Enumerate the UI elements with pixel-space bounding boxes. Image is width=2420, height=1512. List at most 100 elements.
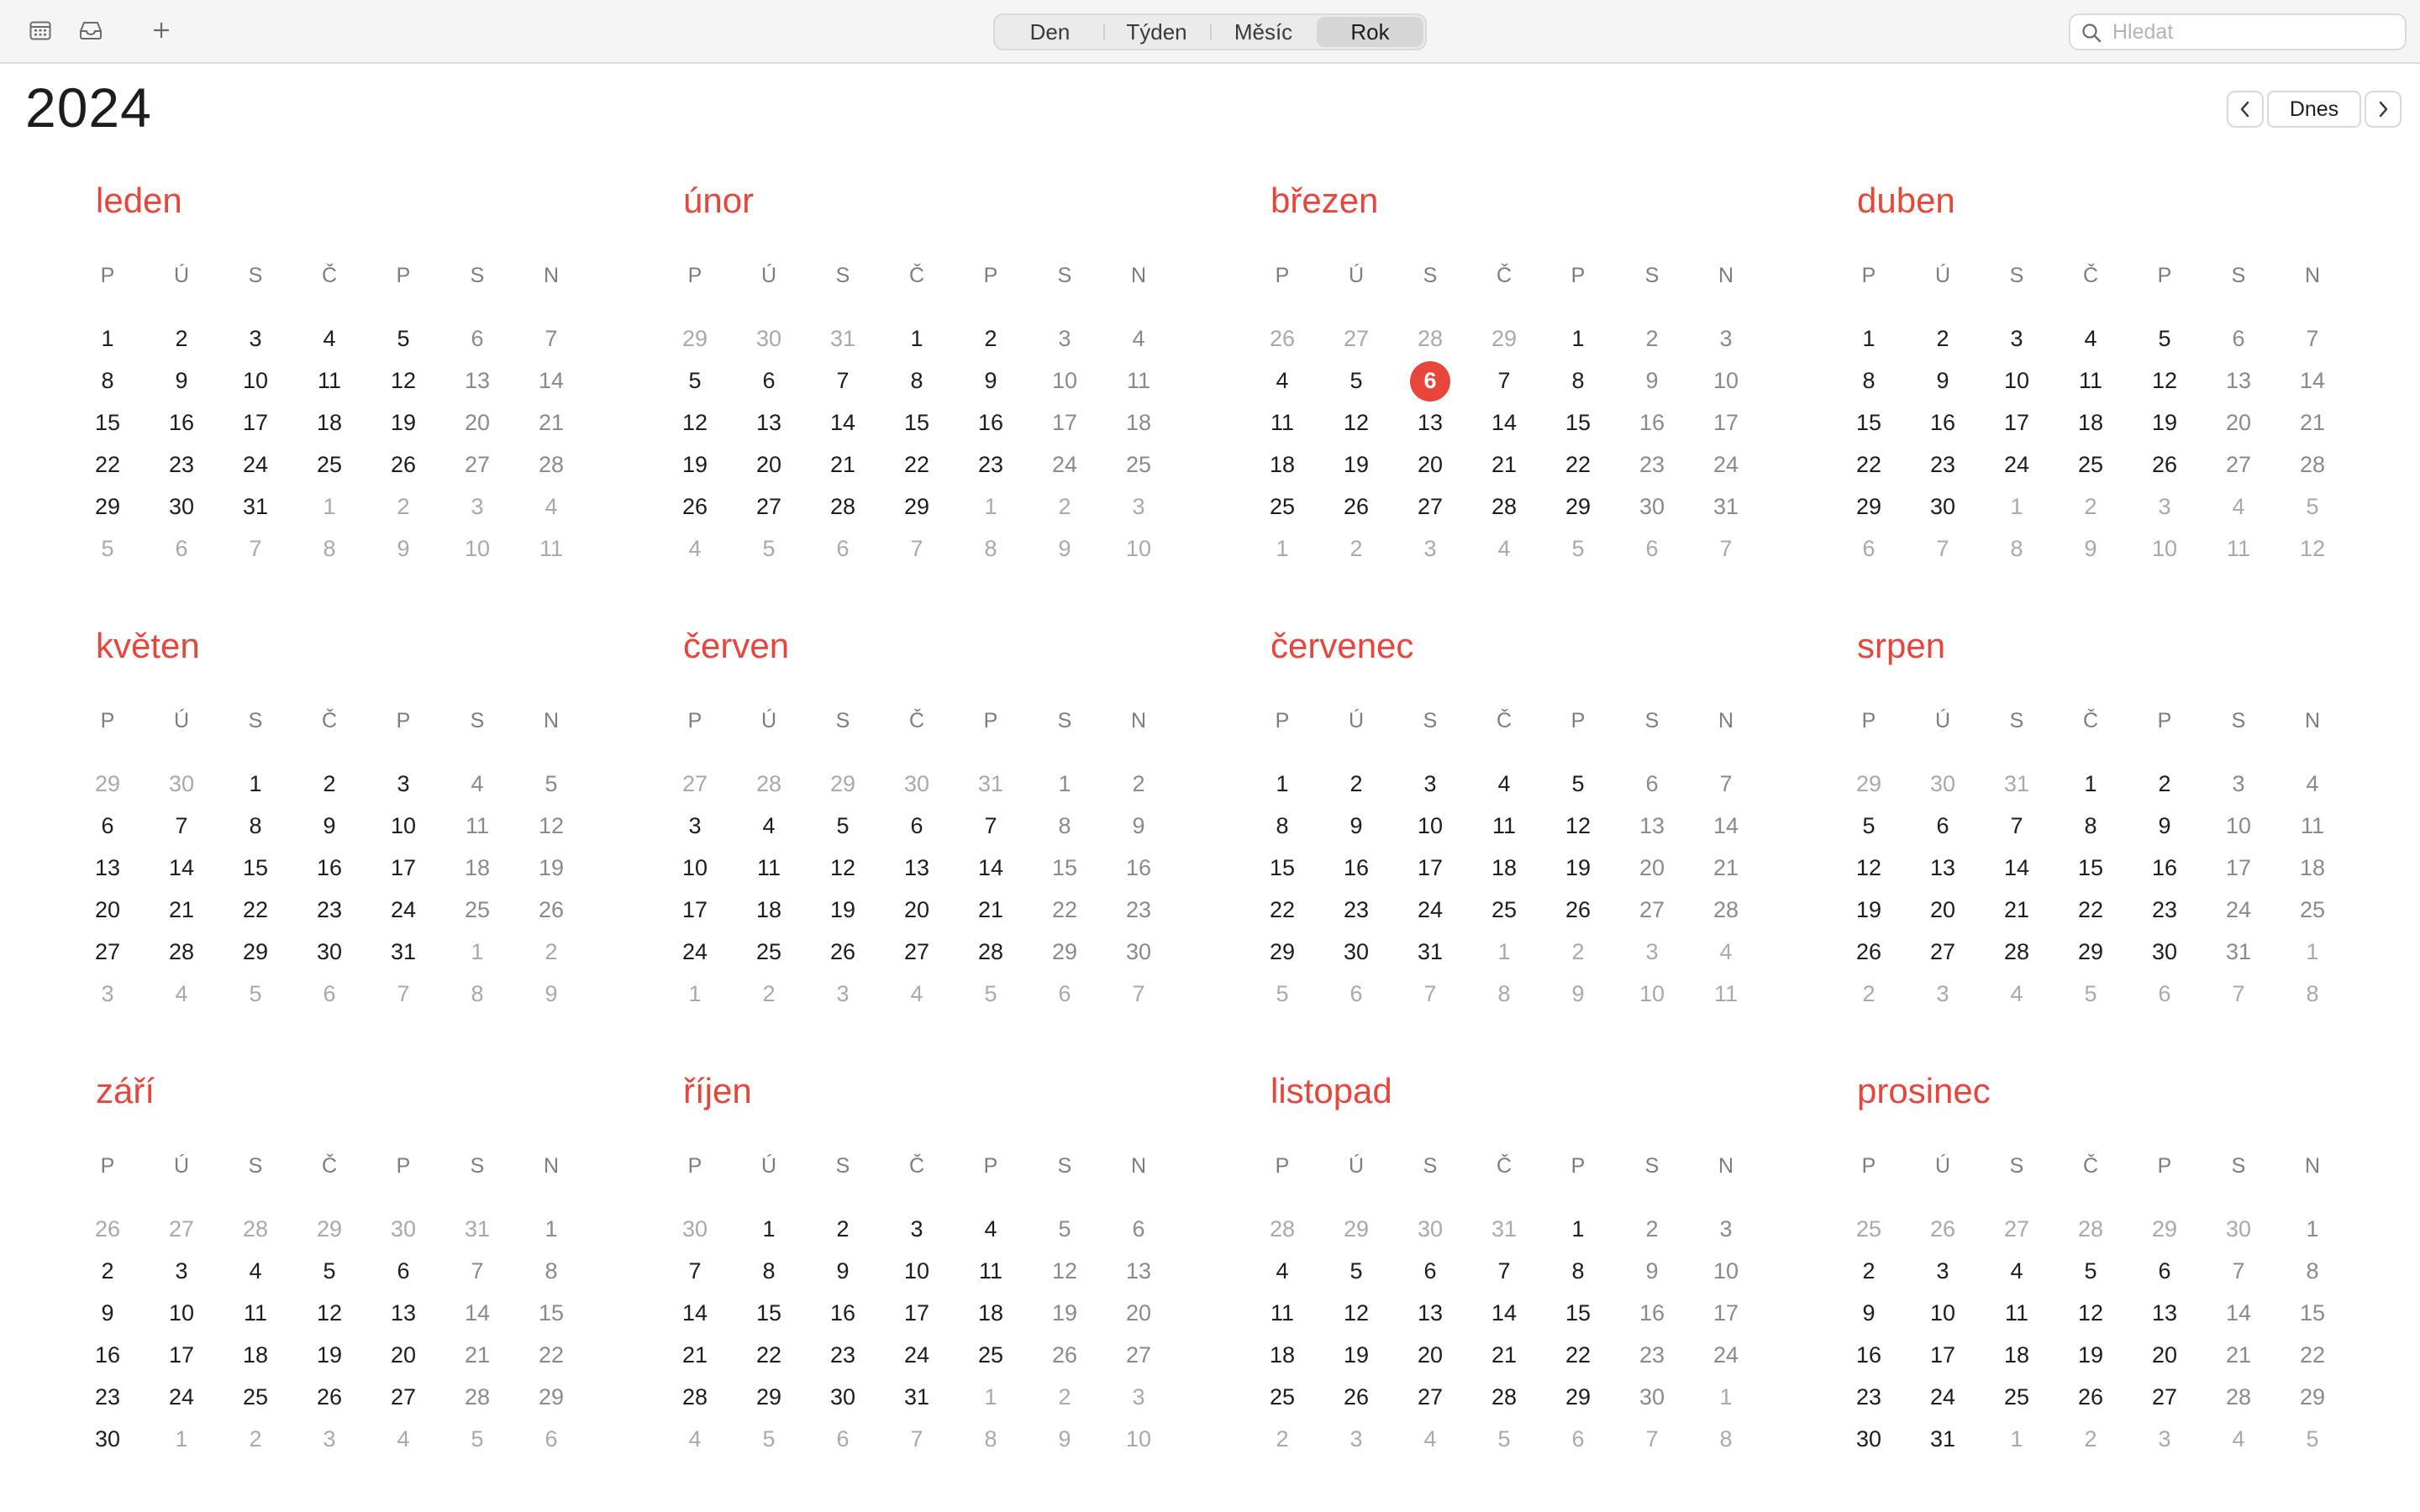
day-cell[interactable]: 17 bbox=[670, 899, 720, 921]
day-cell[interactable]: 18 bbox=[1113, 412, 1164, 434]
day-cell[interactable]: 13 bbox=[2213, 370, 2264, 392]
day-cell[interactable]: 29 bbox=[1844, 496, 1894, 518]
adjacent-month-day[interactable]: 8 bbox=[2287, 983, 2338, 1005]
day-cell[interactable]: 19 bbox=[1331, 1344, 1381, 1367]
day-cell[interactable]: 14 bbox=[1701, 815, 1751, 837]
day-cell[interactable]: 8 bbox=[230, 815, 281, 837]
day-cell[interactable]: 27 bbox=[1405, 496, 1455, 518]
adjacent-month-day[interactable]: 5 bbox=[1553, 538, 1603, 560]
day-cell[interactable]: 25 bbox=[1991, 1386, 2042, 1409]
day-cell[interactable]: 8 bbox=[1039, 815, 1090, 837]
adjacent-month-day[interactable]: 29 bbox=[818, 773, 868, 795]
adjacent-month-day[interactable]: 5 bbox=[744, 538, 794, 560]
adjacent-month-day[interactable]: 1 bbox=[1701, 1386, 1751, 1409]
day-cell[interactable]: 11 bbox=[965, 1260, 1016, 1283]
day-cell[interactable]: 10 bbox=[1405, 815, 1455, 837]
day-cell[interactable]: 29 bbox=[526, 1386, 576, 1409]
day-cell[interactable]: 31 bbox=[1701, 496, 1751, 518]
day-cell[interactable]: 7 bbox=[156, 815, 207, 837]
day-cell[interactable]: 16 bbox=[1113, 857, 1164, 879]
adjacent-month-day[interactable]: 9 bbox=[2065, 538, 2116, 560]
day-cell[interactable]: 13 bbox=[744, 412, 794, 434]
day-cell[interactable]: 15 bbox=[744, 1302, 794, 1325]
adjacent-month-day[interactable]: 2 bbox=[1257, 1428, 1307, 1451]
day-cell[interactable]: 11 bbox=[1257, 412, 1307, 434]
adjacent-month-day[interactable]: 6 bbox=[818, 1428, 868, 1451]
day-cell[interactable]: 14 bbox=[526, 370, 576, 392]
adjacent-month-day[interactable]: 27 bbox=[156, 1218, 207, 1241]
month-name[interactable]: duben bbox=[1857, 183, 1955, 218]
day-cell[interactable]: 29 bbox=[230, 941, 281, 963]
day-cell[interactable]: 15 bbox=[2287, 1302, 2338, 1325]
day-cell[interactable]: 12 bbox=[1553, 815, 1603, 837]
adjacent-month-day[interactable]: 3 bbox=[304, 1428, 355, 1451]
day-cell[interactable]: 31 bbox=[230, 496, 281, 518]
adjacent-month-day[interactable]: 31 bbox=[1991, 773, 2042, 795]
adjacent-month-day[interactable]: 3 bbox=[1113, 496, 1164, 518]
day-cell[interactable]: 11 bbox=[1113, 370, 1164, 392]
day-cell[interactable]: 23 bbox=[1627, 1344, 1677, 1367]
day-cell[interactable]: 30 bbox=[1627, 496, 1677, 518]
adjacent-month-day[interactable]: 5 bbox=[82, 538, 133, 560]
adjacent-month-day[interactable]: 6 bbox=[1039, 983, 1090, 1005]
day-cell[interactable]: 4 bbox=[1257, 370, 1307, 392]
day-cell[interactable]: 18 bbox=[230, 1344, 281, 1367]
day-cell[interactable]: 9 bbox=[156, 370, 207, 392]
adjacent-month-day[interactable]: 7 bbox=[1701, 538, 1751, 560]
adjacent-month-day[interactable]: 30 bbox=[670, 1218, 720, 1241]
day-cell[interactable]: 3 bbox=[230, 328, 281, 350]
day-cell[interactable]: 23 bbox=[1331, 899, 1381, 921]
day-cell[interactable]: 8 bbox=[2287, 1260, 2338, 1283]
day-cell[interactable]: 18 bbox=[1991, 1344, 2042, 1367]
day-cell[interactable]: 9 bbox=[818, 1260, 868, 1283]
day-cell[interactable]: 22 bbox=[230, 899, 281, 921]
day-cell[interactable]: 6 bbox=[1405, 1260, 1455, 1283]
day-cell[interactable]: 5 bbox=[526, 773, 576, 795]
day-cell[interactable]: 15 bbox=[1553, 412, 1603, 434]
day-cell[interactable]: 3 bbox=[1701, 328, 1751, 350]
day-cell[interactable]: 20 bbox=[1627, 857, 1677, 879]
day-cell[interactable]: 25 bbox=[230, 1386, 281, 1409]
adjacent-month-day[interactable]: 1 bbox=[156, 1428, 207, 1451]
adjacent-month-day[interactable]: 5 bbox=[744, 1428, 794, 1451]
day-cell[interactable]: 26 bbox=[1331, 1386, 1381, 1409]
day-cell[interactable]: 12 bbox=[1331, 1302, 1381, 1325]
day-cell[interactable]: 10 bbox=[1701, 370, 1751, 392]
day-cell[interactable]: 25 bbox=[2065, 454, 2116, 476]
adjacent-month-day[interactable]: 3 bbox=[2139, 1428, 2190, 1451]
day-cell[interactable]: 8 bbox=[1553, 370, 1603, 392]
day-cell[interactable]: 13 bbox=[1627, 815, 1677, 837]
day-cell[interactable]: 16 bbox=[1918, 412, 1968, 434]
adjacent-month-day[interactable]: 3 bbox=[452, 496, 502, 518]
day-cell[interactable]: 26 bbox=[526, 899, 576, 921]
day-cell[interactable]: 9 bbox=[1627, 370, 1677, 392]
month-name[interactable]: únor bbox=[683, 183, 754, 218]
adjacent-month-day[interactable]: 1 bbox=[304, 496, 355, 518]
day-cell[interactable]: 28 bbox=[670, 1386, 720, 1409]
day-cell[interactable]: 5 bbox=[1039, 1218, 1090, 1241]
day-cell[interactable]: 2 bbox=[2139, 773, 2190, 795]
day-cell[interactable]: 17 bbox=[1701, 412, 1751, 434]
adjacent-month-day[interactable]: 3 bbox=[818, 983, 868, 1005]
day-cell[interactable]: 1 bbox=[82, 328, 133, 350]
adjacent-month-day[interactable]: 8 bbox=[1701, 1428, 1751, 1451]
day-cell[interactable]: 7 bbox=[526, 328, 576, 350]
day-cell[interactable]: 18 bbox=[2065, 412, 2116, 434]
day-cell[interactable]: 17 bbox=[1039, 412, 1090, 434]
adjacent-month-day[interactable]: 4 bbox=[156, 983, 207, 1005]
day-cell[interactable]: 14 bbox=[670, 1302, 720, 1325]
day-cell[interactable]: 13 bbox=[1918, 857, 1968, 879]
day-cell[interactable]: 12 bbox=[304, 1302, 355, 1325]
day-cell[interactable]: 13 bbox=[1405, 1302, 1455, 1325]
adjacent-month-day[interactable]: 4 bbox=[378, 1428, 429, 1451]
day-cell[interactable]: 14 bbox=[965, 857, 1016, 879]
day-cell[interactable]: 17 bbox=[892, 1302, 942, 1325]
adjacent-month-day[interactable]: 6 bbox=[1627, 538, 1677, 560]
day-cell[interactable]: 12 bbox=[1844, 857, 1894, 879]
day-cell[interactable]: 18 bbox=[2287, 857, 2338, 879]
adjacent-month-day[interactable]: 10 bbox=[1113, 1428, 1164, 1451]
day-cell[interactable]: 2 bbox=[156, 328, 207, 350]
day-cell[interactable]: 12 bbox=[1331, 412, 1381, 434]
day-cell[interactable]: 2 bbox=[1627, 1218, 1677, 1241]
day-cell[interactable]: 21 bbox=[1479, 1344, 1529, 1367]
